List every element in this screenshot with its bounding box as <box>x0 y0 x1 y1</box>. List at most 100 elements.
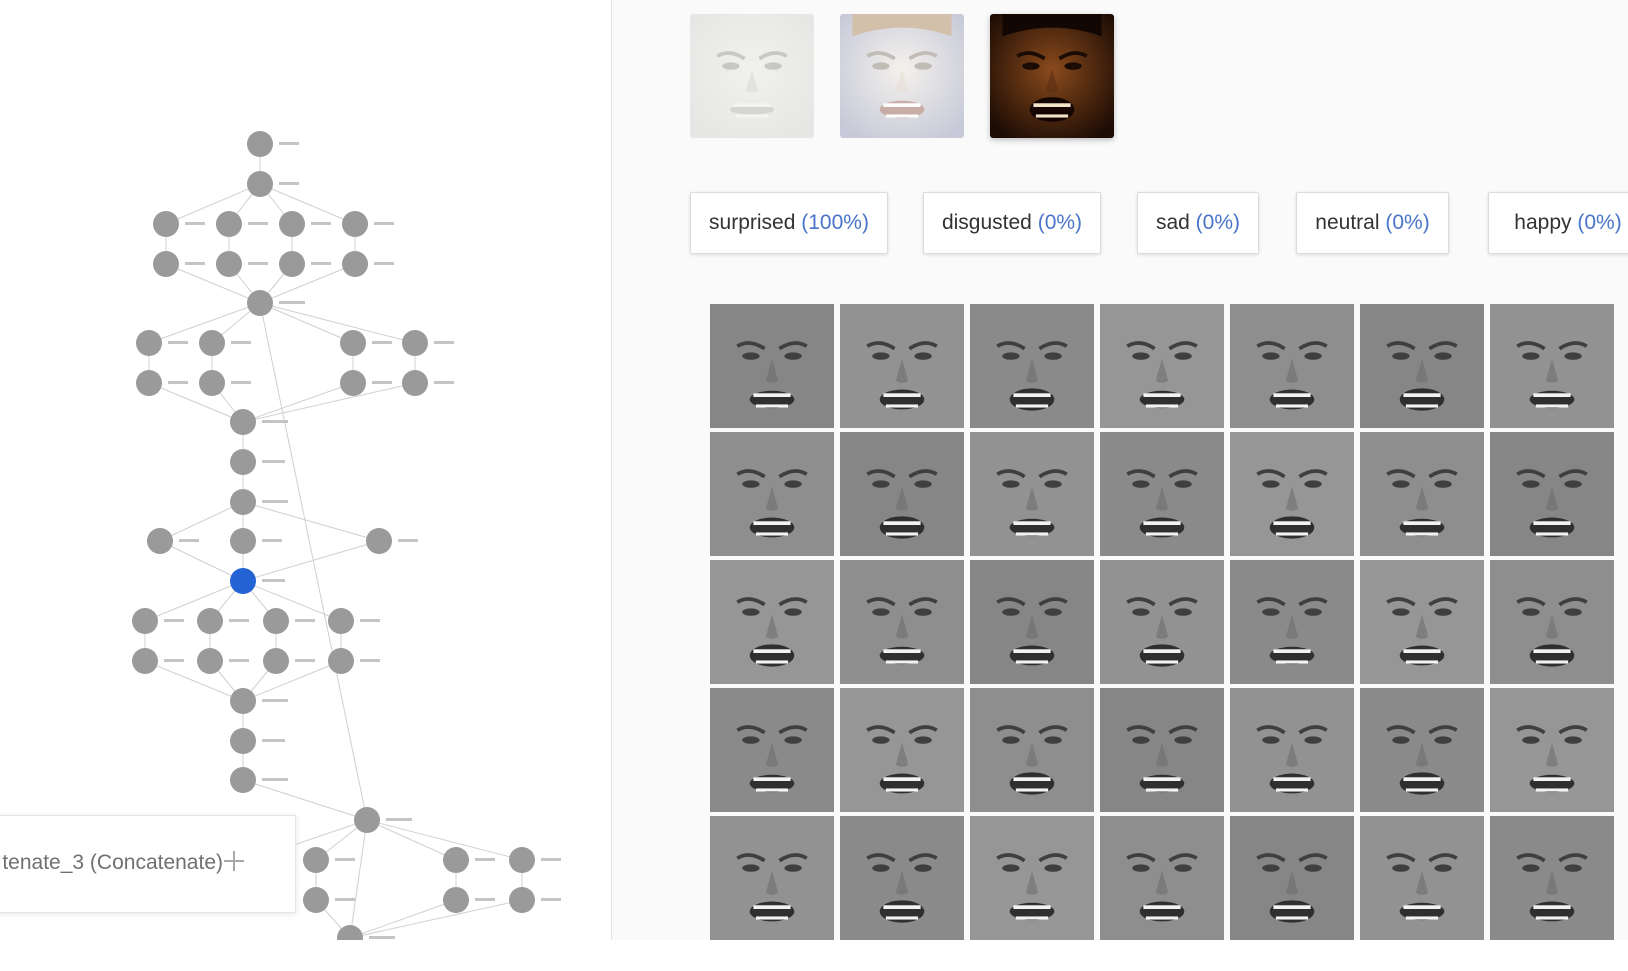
graph-edge <box>242 382 354 423</box>
graph-node[interactable] <box>230 767 288 793</box>
graph-node[interactable] <box>197 608 249 634</box>
graph-node[interactable] <box>509 887 561 913</box>
graph-node[interactable] <box>153 211 205 237</box>
graph-edge <box>349 899 457 939</box>
graph-node[interactable] <box>402 370 454 396</box>
graph-node[interactable] <box>263 648 315 674</box>
activation-map <box>1100 560 1224 684</box>
graph-edge <box>144 660 244 702</box>
input-image-thumbnail[interactable] <box>840 14 964 138</box>
graph-edge <box>159 501 244 542</box>
activation-map <box>1360 304 1484 428</box>
graph-node[interactable] <box>509 847 561 873</box>
prediction-sad-button[interactable]: sad (0%) <box>1137 192 1259 254</box>
prediction-percent: (0%) <box>1385 211 1430 234</box>
graph-node[interactable] <box>136 330 188 356</box>
node-label-mark <box>335 898 355 901</box>
node-label-mark <box>311 262 331 265</box>
model-graph[interactable] <box>0 0 612 940</box>
graph-node[interactable] <box>303 887 355 913</box>
prediction-neutral-button[interactable]: neutral (0%) <box>1296 192 1449 254</box>
activation-map <box>710 304 834 428</box>
node-label-mark <box>372 381 392 384</box>
activation-map <box>970 816 1094 940</box>
plus-icon[interactable] <box>217 844 251 878</box>
activation-map <box>1490 304 1614 428</box>
graph-node[interactable] <box>132 648 184 674</box>
graph-node[interactable] <box>230 409 288 435</box>
input-image-thumbnail[interactable] <box>990 14 1114 138</box>
graph-node-selected[interactable] <box>230 568 285 594</box>
node-label-mark <box>164 659 184 662</box>
activation-map <box>1360 432 1484 556</box>
graph-node[interactable] <box>402 330 454 356</box>
node-label-mark <box>262 778 288 781</box>
activation-map <box>1490 432 1614 556</box>
prediction-percent: (0%) <box>1195 211 1241 234</box>
graph-node[interactable] <box>230 728 285 754</box>
node-label-mark <box>434 381 454 384</box>
graph-node[interactable] <box>199 330 251 356</box>
graph-node[interactable] <box>279 211 331 237</box>
graph-node[interactable] <box>247 171 299 197</box>
node-label-mark <box>262 579 285 582</box>
graph-node[interactable] <box>340 330 392 356</box>
graph-node[interactable] <box>279 251 331 277</box>
node-label-mark <box>295 619 315 622</box>
graph-node[interactable] <box>340 370 392 396</box>
graph-node[interactable] <box>197 648 249 674</box>
graph-node[interactable] <box>303 847 355 873</box>
prediction-percent: (0%) <box>1037 211 1083 234</box>
graph-node[interactable] <box>328 608 380 634</box>
graph-node[interactable] <box>328 648 380 674</box>
node-label-mark <box>231 381 251 384</box>
activation-map <box>970 688 1094 812</box>
prediction-disgusted-button[interactable]: disgusted (0%) <box>923 192 1101 254</box>
graph-node[interactable] <box>247 131 299 157</box>
graph-node[interactable] <box>230 489 288 515</box>
node-label-mark <box>372 341 392 344</box>
input-image-thumbnail[interactable] <box>690 14 814 138</box>
node-label-mark <box>164 619 184 622</box>
activation-map <box>840 688 964 812</box>
node-label-mark <box>374 222 394 225</box>
graph-node[interactable] <box>216 211 268 237</box>
node-label-mark <box>360 659 380 662</box>
node-label-mark <box>262 699 288 702</box>
model-graph-panel[interactable]: tenate_3 (Concatenate) <box>0 0 612 940</box>
activation-map <box>1100 816 1224 940</box>
graph-node[interactable] <box>443 887 495 913</box>
graph-node[interactable] <box>230 449 285 475</box>
prediction-percent: (0%) <box>1577 211 1622 234</box>
graph-edge <box>349 899 523 939</box>
activation-map <box>710 688 834 812</box>
graph-edge <box>144 580 244 622</box>
activation-map <box>840 816 964 940</box>
graph-node[interactable] <box>153 251 205 277</box>
node-label-mark <box>374 262 394 265</box>
graph-edge <box>242 382 416 423</box>
graph-node[interactable] <box>199 370 251 396</box>
layer-tooltip: tenate_3 (Concatenate) <box>0 815 296 913</box>
graph-node[interactable] <box>147 528 199 554</box>
prediction-surprised-button[interactable]: surprised (100%) <box>690 192 888 254</box>
node-label-mark <box>279 142 299 145</box>
graph-node[interactable] <box>230 528 282 554</box>
prediction-label: sad <box>1155 211 1190 234</box>
graph-node[interactable] <box>216 251 268 277</box>
prediction-happy-button[interactable]: happy (0%) <box>1488 192 1628 254</box>
node-label-mark <box>279 182 299 185</box>
graph-node[interactable] <box>132 608 184 634</box>
node-label-mark <box>262 500 288 503</box>
graph-node[interactable] <box>342 251 394 277</box>
graph-node[interactable] <box>342 211 394 237</box>
node-label-mark <box>229 659 249 662</box>
graph-node[interactable] <box>263 608 315 634</box>
graph-edge <box>242 660 342 702</box>
activation-map <box>840 304 964 428</box>
graph-node[interactable] <box>366 528 418 554</box>
graph-node[interactable] <box>230 688 288 714</box>
activation-map <box>1100 304 1224 428</box>
activation-map <box>1100 688 1224 812</box>
graph-node[interactable] <box>136 370 188 396</box>
